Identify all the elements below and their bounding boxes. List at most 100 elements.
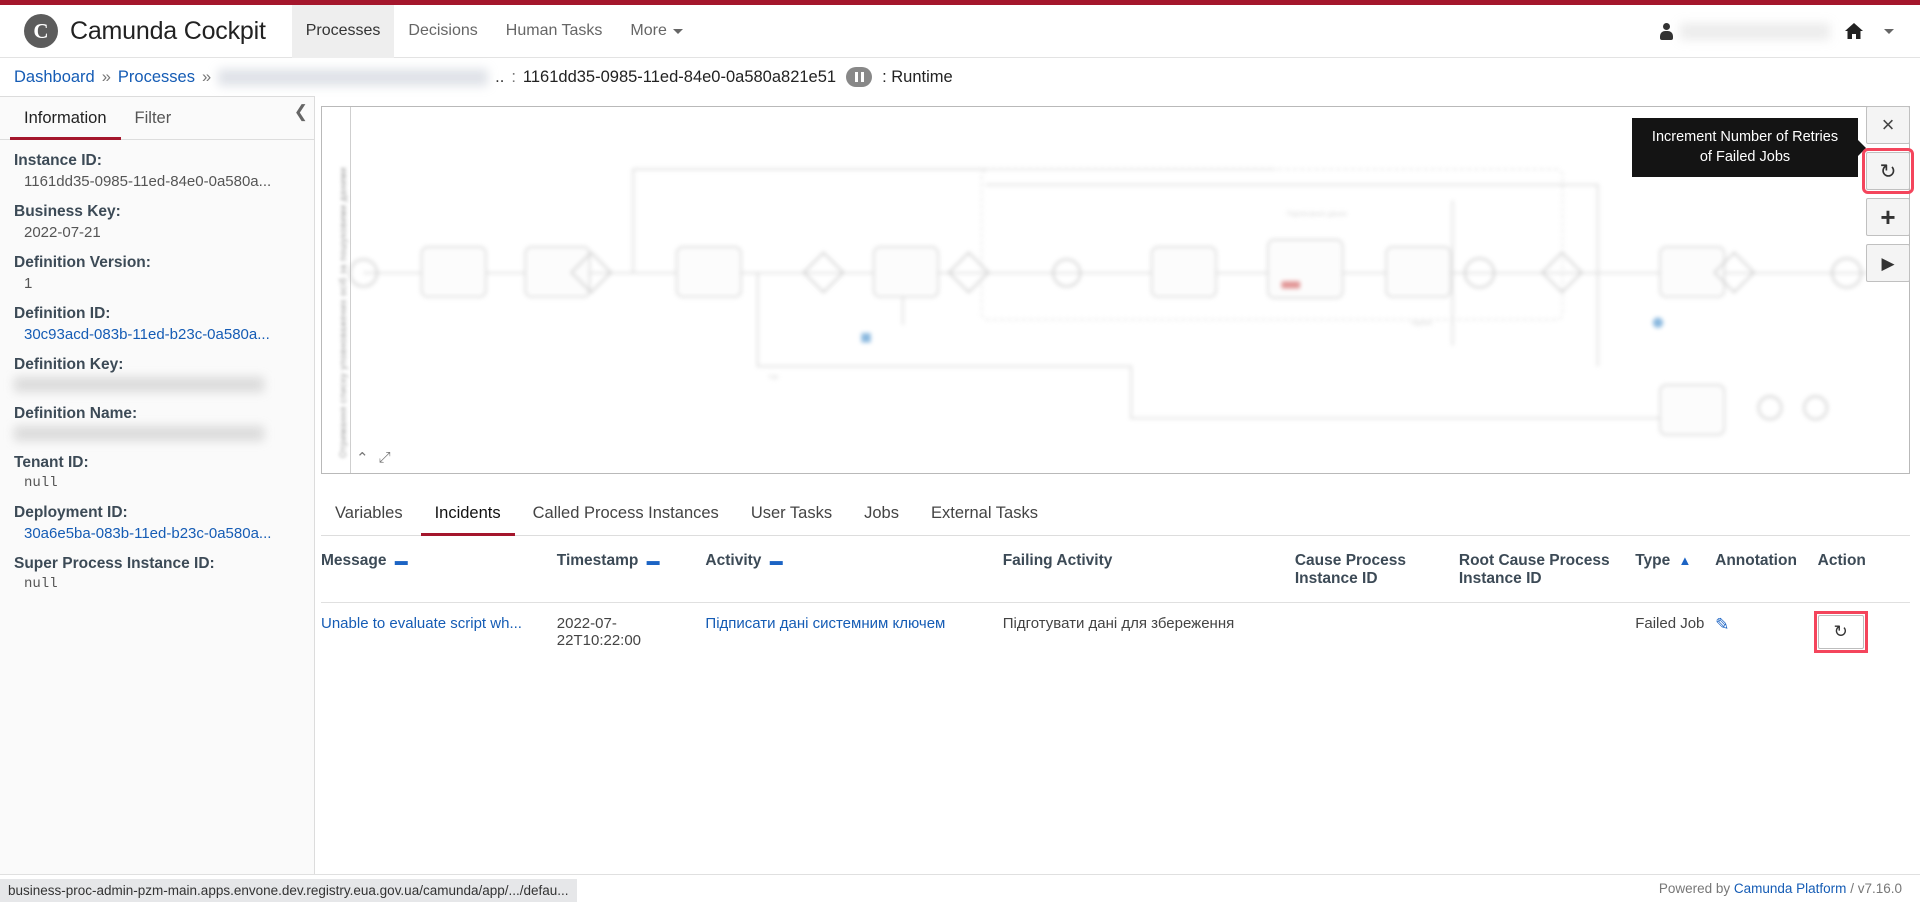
retry-icon: ↻ bbox=[1833, 622, 1848, 641]
body-wrapper: ❮ Information Filter Instance ID: 1161dd… bbox=[0, 96, 1920, 874]
column-header-activity[interactable]: Activity ▬ bbox=[705, 536, 1003, 603]
breadcrumb-processes[interactable]: Processes bbox=[118, 68, 195, 87]
column-label: Failing Activity bbox=[1002, 552, 1113, 569]
expand-diagonal-icon[interactable]: ⤢ bbox=[379, 449, 391, 467]
footer-camunda-platform-link[interactable]: Camunda Platform bbox=[1734, 881, 1847, 896]
home-icon[interactable] bbox=[1844, 22, 1864, 40]
cell-failing-activity: Підготувати дані для збереження bbox=[1002, 615, 1235, 632]
column-header-cause-process-instance-id[interactable]: Cause Process Instance ID bbox=[1294, 536, 1459, 603]
add-variable-button[interactable]: + bbox=[1866, 198, 1910, 236]
sort-ascending-icon: ▲ bbox=[1678, 553, 1692, 568]
property-label: Definition Version: bbox=[14, 254, 151, 271]
property-value: null bbox=[24, 475, 58, 491]
cell-timestamp: 2022-07-22T10:22:00 bbox=[556, 615, 642, 649]
breadcrumb-dashboard[interactable]: Dashboard bbox=[14, 68, 95, 87]
footer-version: / v7.16.0 bbox=[1850, 881, 1902, 896]
tab-jobs[interactable]: Jobs bbox=[850, 496, 913, 536]
header-right-group bbox=[1660, 22, 1904, 40]
incident-message-link[interactable]: Unable to evaluate script wh... bbox=[321, 615, 522, 632]
tab-external-tasks-label: External Tasks bbox=[930, 504, 1038, 522]
column-header-annotation[interactable]: Annotation bbox=[1715, 536, 1818, 603]
plus-icon: + bbox=[1880, 202, 1896, 232]
tab-user-tasks-label: User Tasks bbox=[750, 504, 833, 522]
pencil-icon[interactable]: ✎ bbox=[1715, 615, 1729, 634]
sidebar-tab-information[interactable]: Information bbox=[10, 97, 121, 140]
breadcrumb-process-name[interactable] bbox=[218, 68, 489, 86]
tab-called-process-instances[interactable]: Called Process Instances bbox=[519, 496, 733, 536]
user-name-label bbox=[1680, 22, 1830, 40]
incidents-header-row: Message ▬ Timestamp ▬ Activity ▬ Failing… bbox=[321, 536, 1910, 603]
chevron-left-icon[interactable]: ❮ bbox=[294, 103, 308, 120]
svg-text:так: так bbox=[768, 372, 779, 381]
nav-label-decisions: Decisions bbox=[408, 22, 478, 39]
diagram-action-toolbar: × ↻ + ▶ bbox=[1862, 106, 1914, 282]
property-definition-key: Definition Key: bbox=[14, 356, 300, 392]
tab-incidents[interactable]: Incidents bbox=[420, 496, 515, 536]
property-tenant-id: Tenant ID: null bbox=[14, 454, 300, 491]
property-label: Deployment ID: bbox=[14, 504, 128, 521]
column-header-root-cause-process-instance-id[interactable]: Root Cause Process Instance ID bbox=[1458, 536, 1636, 603]
instance-properties-list: Instance ID: 1161dd35-0985-11ed-84e0-0a5… bbox=[0, 140, 314, 613]
lower-panel: Variables Incidents Called Process Insta… bbox=[321, 474, 1910, 874]
table-row: Unable to evaluate script wh... 2022-07-… bbox=[321, 603, 1910, 662]
property-value bbox=[14, 426, 264, 441]
nav-label-processes: Processes bbox=[305, 22, 381, 39]
tab-incidents-label: Incidents bbox=[434, 504, 501, 522]
svg-text:підпис: підпис bbox=[1411, 318, 1433, 327]
suspend-resume-button[interactable]: ▶ bbox=[1866, 244, 1910, 282]
property-label: Tenant ID: bbox=[14, 454, 89, 471]
main-nav: Processes Decisions Human Tasks More bbox=[291, 4, 697, 58]
lower-tabs: Variables Incidents Called Process Insta… bbox=[321, 474, 1910, 536]
breadcrumb-separator-2: » bbox=[201, 67, 212, 86]
diagram-controls: ⌃ ⤢ bbox=[356, 449, 391, 467]
nav-item-human-tasks[interactable]: Human Tasks bbox=[492, 5, 617, 58]
incident-activity-link[interactable]: Підписати дані системним ключем bbox=[705, 615, 945, 632]
property-value-link[interactable]: 30a6e5ba-083b-11ed-b23c-0a580a... bbox=[14, 525, 300, 542]
tab-jobs-label: Jobs bbox=[864, 504, 899, 522]
cell-action: ↻ bbox=[1813, 603, 1910, 662]
column-label: Timestamp bbox=[556, 552, 639, 569]
nav-item-decisions[interactable]: Decisions bbox=[394, 5, 491, 58]
nav-item-more[interactable]: More bbox=[616, 5, 696, 58]
column-header-action[interactable]: Action bbox=[1817, 536, 1910, 603]
chevron-down-icon bbox=[672, 28, 683, 34]
property-value: 1161dd35-0985-11ed-84e0-0a580a... bbox=[24, 173, 272, 190]
column-label: Annotation bbox=[1715, 552, 1797, 569]
sort-none-icon: ▬ bbox=[769, 553, 783, 568]
tab-user-tasks[interactable]: User Tasks bbox=[737, 496, 846, 536]
tab-called-process-instances-label: Called Process Instances bbox=[532, 504, 719, 522]
retry-incident-button[interactable]: ↻ bbox=[1817, 615, 1864, 649]
nav-item-processes[interactable]: Processes bbox=[291, 4, 395, 58]
cancel-process-instance-button[interactable]: × bbox=[1866, 106, 1910, 144]
column-label: Type bbox=[1635, 552, 1671, 569]
app-title: Camunda Cockpit bbox=[70, 16, 266, 45]
increment-retries-button[interactable]: ↻ bbox=[1862, 148, 1914, 194]
column-header-failing-activity[interactable]: Failing Activity bbox=[1002, 536, 1295, 603]
increment-retries-tooltip: Increment Number of Retries of Failed Jo… bbox=[1632, 118, 1858, 178]
sidebar-tab-filter[interactable]: Filter bbox=[121, 97, 186, 140]
property-business-key: Business Key: 2022-07-21 bbox=[14, 203, 300, 241]
sort-none-icon: ▬ bbox=[646, 553, 660, 568]
column-header-message[interactable]: Message ▬ bbox=[321, 536, 557, 603]
breadcrumb-truncation: .. bbox=[495, 67, 505, 86]
column-header-type[interactable]: Type ▲ bbox=[1635, 536, 1716, 603]
chevron-up-icon[interactable]: ⌃ bbox=[356, 449, 369, 467]
cell-root-cause-process-instance-id bbox=[1459, 603, 1635, 662]
property-super-process-instance-id: Super Process Instance ID: null bbox=[14, 555, 300, 592]
header-chevron-down-icon[interactable] bbox=[1884, 28, 1894, 34]
tab-external-tasks[interactable]: External Tasks bbox=[917, 496, 1052, 536]
tab-variables[interactable]: Variables bbox=[321, 496, 417, 536]
property-value: 2022-07-21 bbox=[24, 224, 101, 241]
main-content: Отримання списку уповноважених осіб за п… bbox=[315, 96, 1920, 874]
cell-activity: Підписати дані системним ключем bbox=[705, 603, 1002, 662]
camunda-logo-icon: C bbox=[24, 14, 58, 48]
incidents-table: Message ▬ Timestamp ▬ Activity ▬ Failing… bbox=[321, 536, 1910, 661]
column-header-timestamp[interactable]: Timestamp ▬ bbox=[556, 536, 706, 603]
nav-label-human-tasks: Human Tasks bbox=[505, 22, 603, 39]
property-deployment-id: Deployment ID: 30a6e5ba-083b-11ed-b23c-0… bbox=[14, 504, 300, 542]
column-label: Cause Process Instance ID bbox=[1294, 552, 1407, 587]
user-menu[interactable] bbox=[1660, 22, 1830, 40]
brand[interactable]: C Camunda Cockpit bbox=[16, 14, 266, 48]
retry-button-highlight: ↻ bbox=[1813, 611, 1868, 653]
property-value-link[interactable]: 30c93acd-083b-11ed-b23c-0a580a... bbox=[14, 326, 300, 343]
